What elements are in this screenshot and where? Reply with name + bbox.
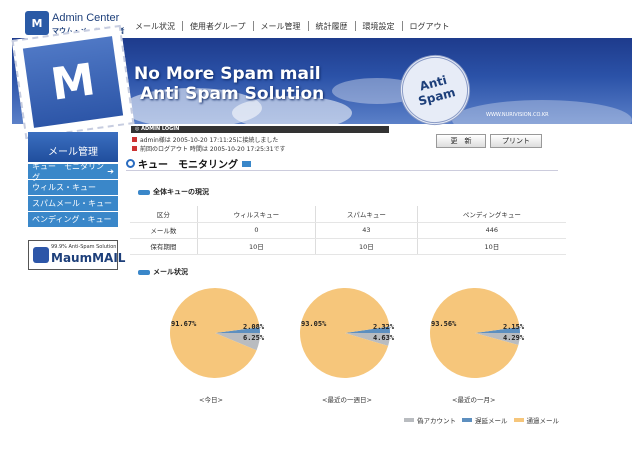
pie-title-today: <今日> (199, 396, 223, 404)
chart-legend: 偽アカウント 遅延メール 通過メール (398, 415, 559, 425)
pie-value-label: 4.63% (373, 334, 395, 342)
pie-value-label: 2.32% (373, 323, 395, 331)
pie-title-week: <最近の一週日> (322, 396, 372, 404)
legend-label: 通過メール (526, 417, 560, 425)
mail-status-pie-charts: 6.25% 2.08% 91.67% 4.63% 2.32% 93.05% 4.29% 2.1… (169, 288, 525, 379)
legend-label: 偽アカウント (417, 417, 456, 425)
legend-swatch (404, 418, 414, 422)
legend-label: 遅延メール (475, 417, 508, 425)
legend-swatch (462, 418, 472, 422)
pie-value-label: 91.67% (171, 320, 197, 328)
pie-value-label: 4.29% (503, 334, 525, 342)
pie-value-label: 2.15% (503, 323, 525, 331)
pie-value-label: 93.56% (431, 320, 457, 328)
pie-title-month: <最近の一月> (452, 396, 496, 404)
legend-swatch (513, 418, 524, 422)
pie-value-label: 6.25% (243, 334, 265, 342)
pie-value-label: 2.08% (243, 323, 265, 331)
pie-value-label: 93.05% (301, 320, 327, 328)
